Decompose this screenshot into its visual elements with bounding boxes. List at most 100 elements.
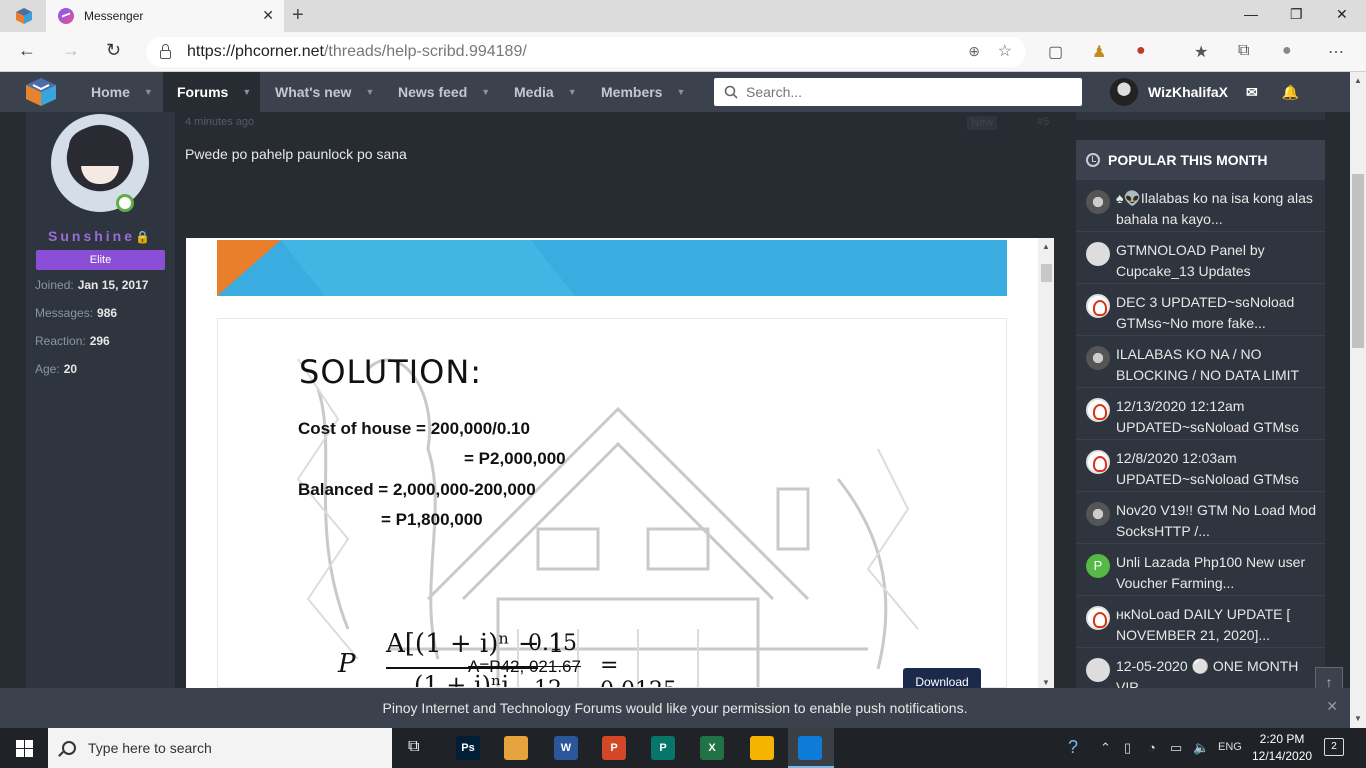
language-indicator[interactable]: ENG (1218, 741, 1242, 753)
user-menu[interactable]: WizKhalifaX ✉ 🔔 (1110, 78, 1299, 106)
back-button[interactable]: ← (18, 40, 36, 61)
volume-icon[interactable]: 🔈 (1193, 740, 1209, 756)
help-icon[interactable]: ? (1068, 737, 1078, 758)
popular-thread-title[interactable]: ILALABAS KO NA / NO BLOCKING / NO DATA L… (1116, 346, 1299, 383)
browser-app-icon[interactable] (14, 6, 34, 26)
list-item[interactable]: GTMNOLOAD Panel by Cupcake_13 Updates (1076, 232, 1325, 284)
chevron-up-icon[interactable]: ⌃ (1100, 740, 1111, 756)
url-field[interactable]: https://phcorner.net/threads/help-scribd… (146, 37, 1026, 67)
avatar[interactable] (1086, 242, 1110, 266)
popular-thread-title[interactable]: Unli Lazada Php100 New user Voucher Farm… (1116, 554, 1305, 591)
refresh-button[interactable]: ↻ (106, 40, 121, 61)
search-input[interactable] (746, 84, 1066, 100)
popular-thread-title[interactable]: 12/13/2020 12:12am UPDATED~sɢNoload GTMs… (1116, 398, 1299, 435)
close-icon[interactable]: ✕ (1326, 698, 1338, 715)
scroll-down-icon[interactable]: ▼ (1042, 678, 1050, 687)
download-button[interactable]: Download (903, 668, 981, 688)
avatar[interactable] (1086, 294, 1110, 318)
nav-forums[interactable]: Forums ▼ (163, 72, 260, 112)
avatar[interactable] (1086, 346, 1110, 370)
scroll-to-top-button[interactable]: ↑ (1315, 667, 1343, 688)
taskbar-app-icon[interactable]: P (602, 736, 626, 760)
list-item[interactable]: ʜᴋNoLoad DAILY UPDATE [ NOVEMBER 21, 202… (1076, 596, 1325, 648)
collections-icon[interactable]: ⧉ (1238, 42, 1249, 60)
taskbar-app-icon[interactable]: Ps (456, 736, 480, 760)
push-notification-banner[interactable]: Pinoy Internet and Technology Forums wou… (0, 688, 1350, 728)
list-item[interactable]: 12/8/2020 12:03am UPDATED~sɢNoload GTMsɢ (1076, 440, 1325, 492)
nav-members[interactable]: Members ▼ (587, 72, 699, 112)
nav-news-feed[interactable]: News feed ▼ (384, 72, 504, 112)
avatar[interactable]: P (1086, 554, 1110, 578)
tab-close-icon[interactable]: ✕ (262, 7, 274, 24)
scroll-up-icon[interactable]: ▲ (1354, 76, 1362, 85)
page-scrollbar[interactable]: ▲ ▼ (1350, 72, 1366, 728)
add-icon[interactable]: ⊕ (968, 43, 980, 60)
post-number[interactable]: #5 (1037, 116, 1049, 128)
profile-icon[interactable]: ● (1282, 42, 1292, 60)
taskbar-app-icon[interactable]: P (651, 736, 675, 760)
bell-icon[interactable]: 🔔 (1282, 84, 1299, 101)
taskbar-app-icon[interactable] (750, 736, 774, 760)
chevron-down-icon[interactable]: ▼ (144, 87, 153, 97)
extension-pocket-icon[interactable]: ▢ (1048, 42, 1063, 62)
taskbar-app-icon[interactable] (504, 736, 528, 760)
close-window-button[interactable]: ✕ (1336, 6, 1348, 23)
avatar[interactable] (1086, 606, 1110, 630)
embed-scrollbar[interactable]: ▲ ▼ (1038, 238, 1054, 688)
list-item[interactable]: Nov20 V19!! GTM No Load Mod SocksHTTP /.… (1076, 492, 1325, 544)
list-item[interactable]: ♠👽Ilalabas ko na isa kong alas bahala na… (1076, 180, 1325, 232)
task-view-icon[interactable]: ⧉ (408, 738, 419, 756)
popular-thread-title[interactable]: DEC 3 UPDATED~sɢNoload GTMsɢ~No more fak… (1116, 294, 1294, 331)
minimize-button[interactable]: — (1244, 6, 1258, 22)
avatar[interactable] (1086, 190, 1110, 214)
avatar[interactable] (1086, 450, 1110, 474)
nav-home[interactable]: Home ▼ (77, 72, 167, 112)
battery-icon[interactable]: ▭ (1170, 740, 1182, 756)
nav-whats-new[interactable]: What's new ▼ (261, 72, 388, 112)
list-item[interactable]: P Unli Lazada Php100 New user Voucher Far… (1076, 544, 1325, 596)
chevron-down-icon[interactable]: ▼ (568, 87, 577, 97)
maximize-button[interactable]: ❐ (1290, 6, 1303, 23)
nav-media[interactable]: Media ▼ (500, 72, 591, 112)
extension-person-icon[interactable]: ♟ (1092, 42, 1106, 62)
taskbar-clock[interactable]: 2:20 PM 12/14/2020 (1252, 731, 1312, 765)
start-button[interactable] (0, 728, 48, 768)
site-logo[interactable] (24, 76, 58, 108)
taskbar-search[interactable]: Type here to search (48, 728, 392, 768)
popular-thread-title[interactable]: 12-05-2020 ⚪ ONE MONTH VIP (1116, 658, 1298, 688)
favorites-icon[interactable]: ★ (1194, 42, 1208, 62)
popular-thread-title[interactable]: Nov20 V19!! GTM No Load Mod SocksHTTP /.… (1116, 502, 1316, 539)
wifi-icon[interactable]: ◔ (1148, 740, 1156, 755)
more-menu-icon[interactable]: ⋯ (1328, 42, 1344, 62)
list-item[interactable]: 12-05-2020 ⚪ ONE MONTH VIP (1076, 648, 1325, 688)
inbox-icon[interactable]: ✉ (1246, 84, 1258, 101)
taskbar-app-icon[interactable]: W (554, 736, 578, 760)
avatar[interactable] (1086, 658, 1110, 682)
scroll-down-icon[interactable]: ▼ (1354, 714, 1362, 723)
tab-messenger[interactable]: Messenger ✕ (46, 0, 284, 32)
extension-badge-icon[interactable]: ● (1136, 42, 1146, 60)
popular-thread-title[interactable]: ♠👽Ilalabas ko na isa kong alas bahala na… (1116, 190, 1313, 227)
avatar[interactable] (1086, 502, 1110, 526)
scroll-up-icon[interactable]: ▲ (1042, 242, 1050, 251)
popular-thread-title[interactable]: GTMNOLOAD Panel by Cupcake_13 Updates (1116, 242, 1265, 279)
device-icon[interactable]: ▯ (1124, 740, 1131, 756)
chevron-down-icon[interactable]: ▼ (242, 87, 251, 97)
forward-button[interactable]: → (62, 40, 80, 61)
site-search[interactable] (714, 78, 1082, 106)
taskbar-app-icon[interactable] (798, 736, 822, 760)
post-time[interactable]: 4 minutes ago (185, 116, 254, 128)
popular-thread-title[interactable]: ʜᴋNoLoad DAILY UPDATE [ NOVEMBER 21, 202… (1116, 606, 1290, 643)
taskbar-app-icon[interactable]: X (700, 736, 724, 760)
chevron-down-icon[interactable]: ▼ (365, 87, 374, 97)
favorite-star-icon[interactable]: ☆ (998, 41, 1012, 61)
chevron-down-icon[interactable]: ▼ (481, 87, 490, 97)
poster-avatar[interactable] (51, 114, 149, 212)
scroll-thumb[interactable] (1352, 174, 1364, 348)
new-tab-button[interactable]: + (292, 4, 304, 27)
scroll-thumb[interactable] (1041, 264, 1052, 282)
list-item[interactable]: DEC 3 UPDATED~sɢNoload GTMsɢ~No more fak… (1076, 284, 1325, 336)
avatar[interactable] (1086, 398, 1110, 422)
list-item[interactable]: ILALABAS KO NA / NO BLOCKING / NO DATA L… (1076, 336, 1325, 388)
chevron-down-icon[interactable]: ▼ (676, 87, 685, 97)
